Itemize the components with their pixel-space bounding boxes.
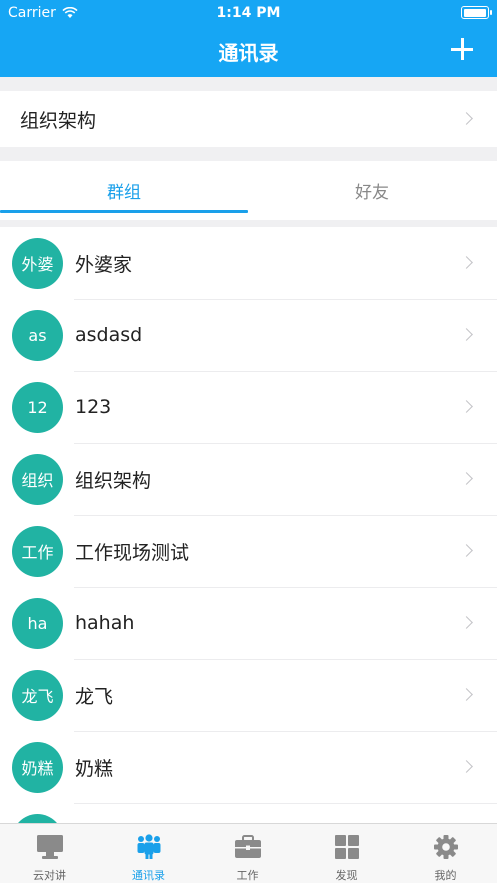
group-name: 123: [75, 396, 112, 418]
group-name: 组织架构: [75, 469, 152, 492]
chevron-right-icon: [460, 112, 473, 125]
tabbar-item-me[interactable]: 我的: [396, 824, 495, 883]
briefcase-icon: [234, 835, 261, 858]
chevron-right-icon: [460, 760, 473, 773]
avatar: 工作: [12, 525, 63, 577]
nav-bar: Carrier 1:14 PM 通讯录: [0, 0, 497, 77]
list-item[interactable]: as asdasd: [0, 299, 497, 371]
org-structure-row[interactable]: 组织架构: [0, 91, 497, 147]
avatar: ha: [12, 597, 63, 649]
chevron-right-icon: [460, 544, 473, 557]
gear-icon: [433, 835, 458, 859]
group-name: 工作现场测试: [75, 541, 190, 564]
list-item[interactable]: 工作 工作现场测试: [0, 515, 497, 587]
avatar: 外婆: [12, 237, 63, 289]
active-tab-indicator: [0, 210, 248, 213]
contacts-icon: [137, 834, 160, 859]
tab-friends[interactable]: 好友: [248, 161, 496, 220]
avatar: 奶糕: [12, 741, 63, 793]
plus-icon[interactable]: [449, 36, 475, 62]
group-name: asdasd: [75, 324, 143, 346]
list-item[interactable]: 12 123: [0, 371, 497, 443]
avatar: 组织: [12, 453, 63, 505]
tabbar-label: 我的: [434, 869, 457, 882]
group-name: 奶糕: [75, 757, 114, 780]
tabbar-label: 云对讲: [33, 869, 66, 882]
list-item[interactable]: 外婆 外婆家: [0, 227, 497, 299]
tabbar-item-contacts[interactable]: 通讯录: [99, 824, 198, 883]
tabbar-item-intercom[interactable]: 云对讲: [0, 824, 99, 883]
avatar: 龙飞: [12, 669, 63, 721]
tabbar-label: 工作: [236, 869, 259, 882]
list-item[interactable]: [0, 803, 497, 823]
page-title: 通讯录: [218, 41, 279, 65]
list-item[interactable]: 组织 组织架构: [0, 443, 497, 515]
tabbar-item-work[interactable]: 工作: [198, 824, 297, 883]
chevron-right-icon: [460, 472, 473, 485]
chevron-right-icon: [460, 256, 473, 269]
tabbar-label: 通讯录: [132, 869, 165, 882]
tabbar-label: 发现: [335, 869, 358, 882]
chevron-right-icon: [460, 688, 473, 701]
group-list: 外婆 外婆家 as asdasd 12 123 组织 组织架构 工作 工作现场测…: [0, 227, 497, 823]
list-item[interactable]: 奶糕 奶糕: [0, 731, 497, 803]
bottom-tab-bar: 云对讲 通讯录 工作 发现 我的: [0, 823, 497, 883]
list-item[interactable]: ha hahah: [0, 587, 497, 659]
status-time: 1:14 PM: [216, 5, 281, 21]
status-bar: Carrier 1:14 PM: [0, 0, 497, 26]
tabbar-item-discover[interactable]: 发现: [297, 824, 396, 883]
chevron-right-icon: [460, 328, 473, 341]
group-name: hahah: [75, 612, 135, 634]
contacts-screen: Carrier 1:14 PM 通讯录 组织架构 群组 好友 外婆 外婆家 as…: [0, 0, 497, 883]
org-structure-label: 组织架构: [20, 109, 97, 132]
chevron-right-icon: [460, 616, 473, 629]
group-name: 外婆家: [75, 253, 133, 276]
list-item[interactable]: 龙飞 龙飞: [0, 659, 497, 731]
chevron-right-icon: [460, 400, 473, 413]
avatar: as: [12, 309, 63, 361]
battery-icon: [461, 6, 492, 19]
monitor-icon: [36, 835, 63, 859]
group-name: 龙飞: [75, 685, 114, 708]
avatar: 12: [12, 381, 63, 433]
avatar: [12, 813, 63, 823]
grid-icon: [334, 835, 359, 859]
